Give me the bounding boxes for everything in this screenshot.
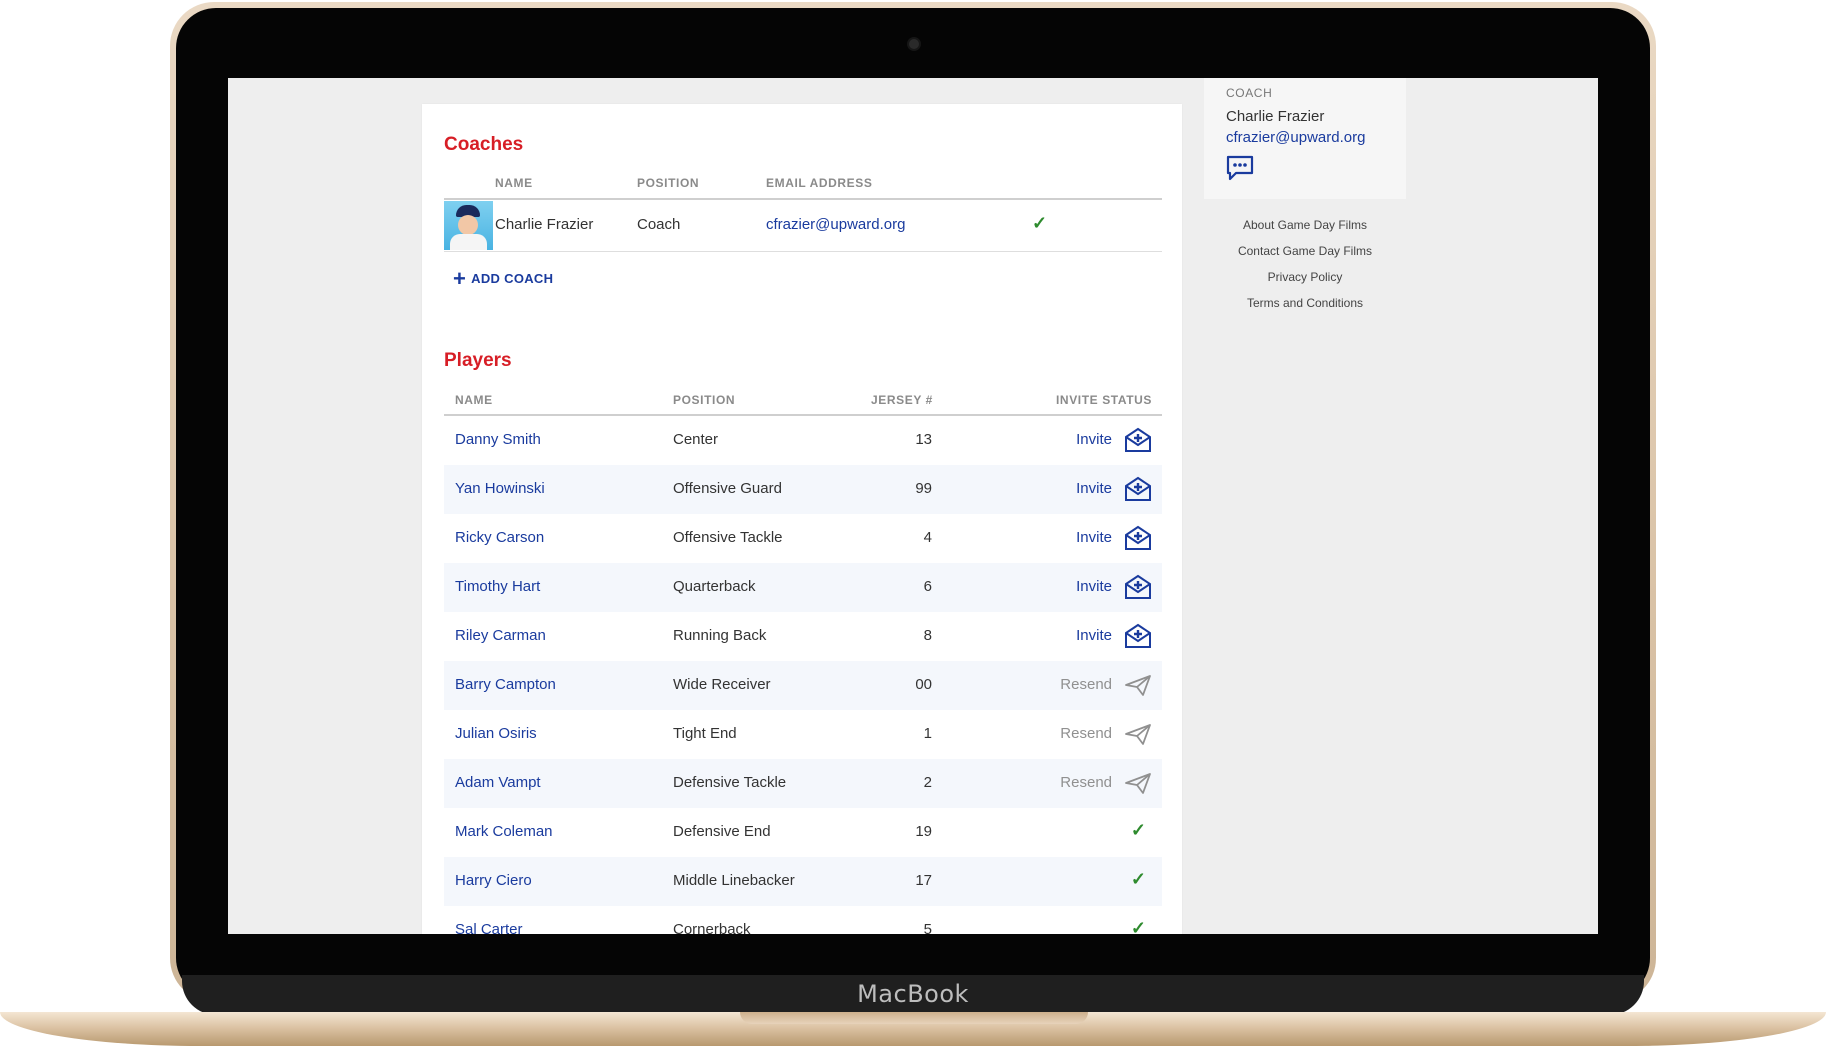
player-name-link[interactable]: Yan Howinski xyxy=(455,480,545,497)
invite-link[interactable]: Invite xyxy=(1076,627,1112,644)
check-icon: ✓ xyxy=(1130,820,1146,840)
player-name-link[interactable]: Riley Carman xyxy=(455,627,546,644)
player-name-header: NAME xyxy=(455,393,493,407)
table-row: Danny Smith Center 13 Invite xyxy=(444,416,1162,465)
coach-position-header: POSITION xyxy=(637,176,700,190)
device-brand: MacBook xyxy=(857,980,969,1008)
player-position: Defensive Tackle xyxy=(673,774,787,791)
player-jersey: 17 xyxy=(915,872,932,889)
resend-link[interactable]: Resend xyxy=(1060,774,1112,791)
player-position: Cornerback xyxy=(673,921,751,934)
player-position: Running Back xyxy=(673,627,767,644)
invite-link[interactable]: Invite xyxy=(1076,529,1112,546)
coach-label: COACH xyxy=(1226,86,1273,100)
coach-avatar xyxy=(444,201,493,250)
roster-card: Coaches NAME POSITION EMAIL ADDRESS Char… xyxy=(422,104,1182,934)
player-position-header: POSITION xyxy=(673,393,736,407)
chat-bubble-icon[interactable] xyxy=(1226,155,1254,181)
player-position: Wide Receiver xyxy=(673,676,771,693)
player-name-link[interactable]: Ricky Carson xyxy=(455,529,544,546)
table-row: Sal Carter Cornerback 5 ✓ xyxy=(444,906,1162,934)
player-jersey-header: JERSEY # xyxy=(871,393,933,407)
player-name-link[interactable]: Julian Osiris xyxy=(455,725,537,742)
coach-info-box: COACH Charlie Frazier cfrazier@upward.or… xyxy=(1204,78,1406,199)
resend-link[interactable]: Resend xyxy=(1060,676,1112,693)
player-name-link[interactable]: Harry Ciero xyxy=(455,872,532,889)
envelope-plus-icon[interactable] xyxy=(1124,623,1152,649)
player-position: Offensive Guard xyxy=(673,480,782,497)
player-jersey: 4 xyxy=(923,529,932,546)
table-row: Barry Campton Wide Receiver 00 Resend xyxy=(444,661,1162,710)
player-position: Center xyxy=(673,431,719,448)
player-jersey: 6 xyxy=(923,578,932,595)
about-link[interactable]: About Game Day Films xyxy=(1204,212,1406,238)
paper-plane-icon[interactable] xyxy=(1124,672,1152,698)
coach-name: Charlie Frazier xyxy=(495,216,594,233)
invite-link[interactable]: Invite xyxy=(1076,431,1112,448)
sidebar-coach-name: Charlie Frazier xyxy=(1226,108,1325,125)
player-jersey: 8 xyxy=(923,627,932,644)
check-icon: ✓ xyxy=(1130,918,1146,934)
player-name-link[interactable]: Adam Vampt xyxy=(455,774,541,791)
check-icon: ✓ xyxy=(1130,869,1146,889)
player-status-header: INVITE STATUS xyxy=(1056,393,1153,407)
plus-icon: + xyxy=(453,266,467,291)
player-position: Defensive End xyxy=(673,823,771,840)
terms-link[interactable]: Terms and Conditions xyxy=(1204,290,1406,316)
add-coach-label: ADD COACH xyxy=(471,271,554,286)
player-jersey: 1 xyxy=(923,725,932,742)
player-position: Middle Linebacker xyxy=(673,872,795,889)
footer-links: About Game Day Films Contact Game Day Fi… xyxy=(1204,212,1406,316)
table-row: Riley Carman Running Back 8 Invite xyxy=(444,612,1162,661)
table-row: Adam Vampt Defensive Tackle 2 Resend xyxy=(444,759,1162,808)
player-jersey: 13 xyxy=(915,431,932,448)
invite-link[interactable]: Invite xyxy=(1076,578,1112,595)
contact-link[interactable]: Contact Game Day Films xyxy=(1204,238,1406,264)
privacy-link[interactable]: Privacy Policy xyxy=(1204,264,1406,290)
envelope-plus-icon[interactable] xyxy=(1124,427,1152,453)
player-name-link[interactable]: Danny Smith xyxy=(455,431,541,448)
envelope-plus-icon[interactable] xyxy=(1124,476,1152,502)
check-icon: ✓ xyxy=(1032,213,1048,233)
table-row: Harry Ciero Middle Linebacker 17 ✓ xyxy=(444,857,1162,906)
laptop-notch xyxy=(740,1012,1088,1024)
envelope-plus-icon[interactable] xyxy=(1124,525,1152,551)
table-row: Julian Osiris Tight End 1 Resend xyxy=(444,710,1162,759)
envelope-plus-icon[interactable] xyxy=(1124,574,1152,600)
player-jersey: 00 xyxy=(915,676,932,693)
player-jersey: 2 xyxy=(923,774,932,791)
player-position: Tight End xyxy=(673,725,737,742)
player-name-link[interactable]: Mark Coleman xyxy=(455,823,553,840)
players-title: Players xyxy=(444,350,512,371)
coach-email-link[interactable]: cfrazier@upward.org xyxy=(766,216,905,233)
player-jersey: 99 xyxy=(915,480,932,497)
screen: Coaches NAME POSITION EMAIL ADDRESS Char… xyxy=(228,78,1598,934)
player-jersey: 5 xyxy=(923,921,932,934)
coach-position: Coach xyxy=(637,216,681,233)
table-row: Timothy Hart Quarterback 6 Invite xyxy=(444,563,1162,612)
resend-link[interactable]: Resend xyxy=(1060,725,1112,742)
paper-plane-icon[interactable] xyxy=(1124,770,1152,796)
player-position: Offensive Tackle xyxy=(673,529,783,546)
invite-link[interactable]: Invite xyxy=(1076,480,1112,497)
webcam xyxy=(907,37,921,51)
player-jersey: 19 xyxy=(915,823,932,840)
sidebar-coach-email-link[interactable]: cfrazier@upward.org xyxy=(1226,129,1365,146)
coach-row-rule xyxy=(444,251,1162,252)
coach-email-header: EMAIL ADDRESS xyxy=(766,176,873,190)
player-name-link[interactable]: Barry Campton xyxy=(455,676,556,693)
player-name-link[interactable]: Sal Carter xyxy=(455,921,523,934)
coach-name-header: NAME xyxy=(495,176,533,190)
coach-header-rule xyxy=(444,198,1162,200)
paper-plane-icon[interactable] xyxy=(1124,721,1152,747)
table-row: Yan Howinski Offensive Guard 99 Invite xyxy=(444,465,1162,514)
coaches-title: Coaches xyxy=(444,134,524,155)
table-row: Mark Coleman Defensive End 19 ✓ xyxy=(444,808,1162,857)
player-position: Quarterback xyxy=(673,578,756,595)
add-coach-button[interactable]: + ADD COACH xyxy=(453,266,553,292)
table-row: Ricky Carson Offensive Tackle 4 Invite xyxy=(444,514,1162,563)
player-name-link[interactable]: Timothy Hart xyxy=(455,578,540,595)
